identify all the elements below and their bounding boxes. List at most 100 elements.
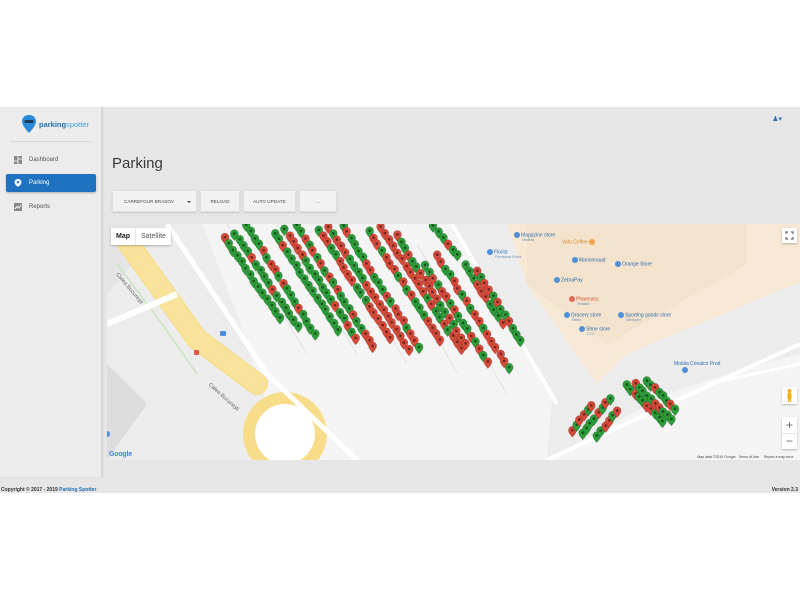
sidebar-item-label: Reports	[29, 204, 51, 210]
parking-map[interactable]: Magazine store Vestelia Volo Coffee Flori…	[107, 224, 800, 460]
poi-mobila[interactable]: Mobila Conalcn Prod	[674, 361, 720, 373]
sidebar-item-parking[interactable]: Parking	[6, 174, 96, 192]
occupied-spot-marker[interactable]	[404, 344, 414, 357]
app-shell: parkingspotter Dashboard Parking Reports…	[0, 107, 800, 493]
poi-label: ZebraPay	[561, 277, 583, 284]
free-spot-marker[interactable]	[667, 414, 676, 427]
sidebar-item-dashboard[interactable]: Dashboard	[6, 151, 96, 169]
logo-text-accent: spotter	[66, 120, 90, 129]
poi-shoe-store[interactable]: Shoe store CCC	[579, 326, 610, 336]
map-data-text: Map data ©2019 Google	[697, 455, 736, 459]
coffee-icon	[589, 239, 596, 245]
poi-label: Volo Coffee	[562, 239, 588, 246]
fullscreen-icon	[785, 231, 794, 240]
google-logo[interactable]: Google	[109, 451, 132, 458]
location-select-value: CARREFOUR BRASOV	[124, 199, 175, 204]
shop-icon	[487, 249, 493, 255]
poi-label: Orange Store	[622, 261, 653, 268]
user-menu[interactable]: ♟▾	[772, 115, 782, 123]
poi-sublabel: Rebin	[572, 318, 582, 323]
logo-pin-icon	[22, 115, 36, 133]
copyright: Copyright © 2017 - 2019 Parking Spotter	[1, 487, 96, 493]
shop-icon	[572, 257, 578, 263]
free-spot-marker[interactable]	[414, 342, 424, 355]
free-spot-marker[interactable]	[333, 325, 343, 337]
google-logo-text: Google	[109, 451, 132, 458]
zoom-in-button[interactable]: +	[782, 417, 797, 433]
pharmacy-icon	[569, 296, 575, 302]
auto-update-button-label: AUTO UPDATE	[253, 199, 286, 204]
logo-text-main: parking	[39, 120, 67, 129]
shop-icon	[564, 312, 570, 318]
sidebar-item-label: Dashboard	[29, 157, 59, 163]
chart-icon	[14, 203, 22, 211]
poi-sublabel: Tentalfio	[577, 302, 591, 307]
occupied-spot-marker[interactable]	[483, 357, 493, 369]
occupied-spot-marker[interactable]	[385, 333, 395, 345]
chevron-down-icon	[187, 201, 191, 203]
version-label: Version 2.3	[771, 487, 798, 493]
map-type-map-button[interactable]: Map	[111, 228, 135, 245]
sidebar-item-reports[interactable]: Reports	[6, 198, 96, 216]
free-spot-marker[interactable]	[311, 329, 320, 341]
street-view-button[interactable]	[782, 387, 797, 404]
poi-grocery-store[interactable]: Grocery store Rebin	[564, 312, 601, 322]
location-select[interactable]: CARREFOUR BRASOV	[112, 190, 197, 212]
poi-label: Marionnaud	[579, 257, 606, 264]
map-attribution: Map data ©2019 Google Terms of Use	[697, 455, 762, 459]
occupied-spot-marker[interactable]	[368, 341, 377, 354]
poi-magazine-store[interactable]: Magazine store Vestelia	[514, 232, 555, 242]
shop-icon	[615, 261, 621, 267]
poi-orange-store[interactable]: Orange Store	[615, 261, 652, 267]
map-type-control: Map Satellite	[111, 228, 171, 245]
poi-sporting-goods[interactable]: Sporting goods store Intersport	[618, 312, 671, 322]
poi-florist[interactable]: Florist Primavera Florez	[487, 249, 522, 259]
page-title: Parking	[112, 155, 163, 172]
free-spot-marker[interactable]	[670, 404, 680, 417]
sidebar: parkingspotter Dashboard Parking Reports	[0, 107, 102, 477]
poi-pharmacy[interactable]: Pharmacy Tentalfio	[569, 296, 599, 306]
more-button-label: ...	[315, 199, 321, 204]
free-spot-marker[interactable]	[275, 313, 285, 325]
fullscreen-button[interactable]	[782, 228, 797, 243]
occupied-spot-marker[interactable]	[351, 333, 360, 346]
zoom-out-button[interactable]: −	[782, 433, 797, 449]
copyright-prefix: Copyright © 2017 - 2019	[1, 487, 60, 493]
auto-update-button[interactable]: AUTO UPDATE	[243, 190, 296, 212]
terms-link[interactable]: Terms of Use	[738, 455, 759, 459]
app-logo[interactable]: parkingspotter	[20, 115, 90, 139]
poi-volo-coffee[interactable]: Volo Coffee	[562, 239, 596, 245]
zoom-control: + −	[782, 417, 797, 449]
free-spot-marker[interactable]	[294, 321, 303, 333]
free-spot-marker[interactable]	[453, 250, 462, 262]
shop-icon	[514, 232, 520, 238]
shop-icon	[618, 312, 624, 318]
poi-sublabel: CCC	[587, 332, 595, 337]
more-button[interactable]: ...	[299, 190, 337, 212]
footer: Copyright © 2017 - 2019 Parking Spotter …	[0, 485, 800, 495]
poi-zebrapay[interactable]: ZebraPay	[554, 277, 583, 283]
logo-text: parkingspotter	[39, 120, 89, 129]
shop-icon	[682, 367, 688, 373]
shop-icon	[554, 277, 560, 283]
poi-sublabel: Primavera Florez	[495, 255, 522, 260]
dashboard-icon	[14, 156, 22, 164]
shop-icon	[579, 326, 585, 332]
occupied-spot-marker[interactable]	[435, 335, 445, 347]
poi-sublabel: Vestelia	[522, 238, 535, 243]
parking-markers-layer	[220, 224, 680, 443]
map-type-satellite-button[interactable]: Satellite	[135, 228, 171, 245]
user-menu-caret: ▾	[778, 116, 782, 123]
reload-button-label: RELOAD	[210, 199, 230, 204]
free-spot-marker[interactable]	[516, 335, 525, 348]
free-spot-marker[interactable]	[504, 362, 514, 375]
poi-label: Mobila Conalcn Prod	[674, 361, 721, 367]
sidebar-item-label: Parking	[29, 180, 50, 186]
map-pin-icon	[14, 179, 22, 187]
poi-marionnaud[interactable]: Marionnaud	[572, 257, 605, 263]
report-map-error-link[interactable]: Report a map error	[764, 455, 800, 459]
reload-button[interactable]: RELOAD	[200, 190, 240, 212]
logo-divider	[10, 141, 92, 142]
pegman-icon	[787, 389, 792, 402]
footer-brand-link[interactable]: Parking Spotter	[59, 487, 96, 493]
